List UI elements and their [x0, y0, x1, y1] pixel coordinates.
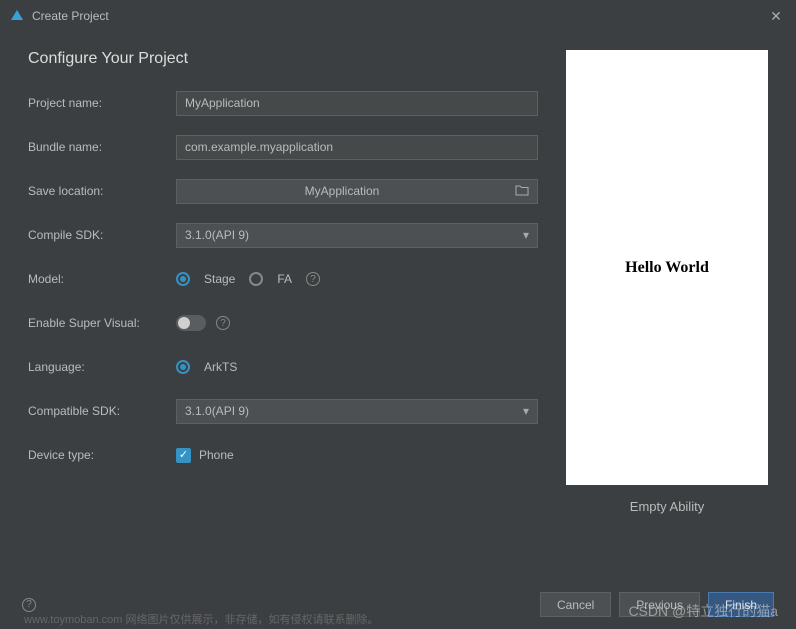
help-icon[interactable]: ?	[216, 316, 230, 330]
row-super-visual: Enable Super Visual: ?	[28, 310, 538, 336]
radio-stage[interactable]	[176, 272, 190, 286]
check-icon: ✓	[179, 450, 188, 461]
project-name-input[interactable]	[176, 91, 538, 116]
folder-icon[interactable]	[507, 184, 537, 199]
help-icon[interactable]: ?	[306, 272, 320, 286]
bundle-name-input[interactable]	[176, 135, 538, 160]
compile-sdk-value: 3.1.0(API 9)	[185, 228, 249, 242]
page-title: Configure Your Project	[28, 50, 538, 68]
footer-bar: ? Cancel Previous Finish	[0, 592, 796, 617]
label-bundle-name: Bundle name:	[28, 140, 176, 154]
radio-arkts[interactable]	[176, 360, 190, 374]
window-title: Create Project	[32, 9, 109, 23]
compat-sdk-value: 3.1.0(API 9)	[185, 404, 249, 418]
finish-button[interactable]: Finish	[708, 592, 774, 617]
preview-content: Hello World	[625, 259, 709, 277]
preview-column: Hello World Empty Ability	[566, 50, 768, 514]
radio-fa[interactable]	[249, 272, 263, 286]
row-save-location: Save location: MyApplication	[28, 178, 538, 204]
label-model: Model:	[28, 272, 176, 286]
preview-panel: Hello World	[566, 50, 768, 485]
app-icon	[10, 9, 24, 23]
chevron-down-icon: ▾	[523, 404, 529, 418]
save-location-field[interactable]: MyApplication	[176, 179, 538, 204]
row-model: Model: Stage FA ?	[28, 266, 538, 292]
previous-button[interactable]: Previous	[619, 592, 700, 617]
cancel-button[interactable]: Cancel	[540, 592, 611, 617]
checkbox-phone[interactable]: ✓	[176, 448, 191, 463]
close-icon[interactable]: ✕	[766, 8, 786, 25]
chevron-down-icon: ▾	[523, 228, 529, 242]
radio-arkts-label: ArkTS	[204, 360, 237, 374]
preview-caption: Empty Ability	[630, 499, 704, 514]
footer-help-icon[interactable]: ?	[22, 598, 36, 612]
row-device-type: Device type: ✓ Phone	[28, 442, 538, 468]
label-save-location: Save location:	[28, 184, 176, 198]
content-area: Configure Your Project Project name: Bun…	[0, 32, 796, 514]
label-device-type: Device type:	[28, 448, 176, 462]
super-visual-toggle[interactable]	[176, 315, 206, 331]
titlebar: Create Project ✕	[0, 0, 796, 32]
save-location-text: MyApplication	[177, 184, 507, 198]
row-project-name: Project name:	[28, 90, 538, 116]
form-column: Configure Your Project Project name: Bun…	[28, 50, 538, 514]
label-language: Language:	[28, 360, 176, 374]
label-compile-sdk: Compile SDK:	[28, 228, 176, 242]
row-bundle-name: Bundle name:	[28, 134, 538, 160]
checkbox-phone-label: Phone	[199, 448, 234, 462]
label-super-visual: Enable Super Visual:	[28, 316, 176, 330]
row-compile-sdk: Compile SDK: 3.1.0(API 9) ▾	[28, 222, 538, 248]
row-compat-sdk: Compatible SDK: 3.1.0(API 9) ▾	[28, 398, 538, 424]
label-compat-sdk: Compatible SDK:	[28, 404, 176, 418]
row-language: Language: ArkTS	[28, 354, 538, 380]
compat-sdk-select[interactable]: 3.1.0(API 9) ▾	[176, 399, 538, 424]
radio-stage-label: Stage	[204, 272, 235, 286]
label-project-name: Project name:	[28, 96, 176, 110]
radio-fa-label: FA	[277, 272, 292, 286]
compile-sdk-select[interactable]: 3.1.0(API 9) ▾	[176, 223, 538, 248]
